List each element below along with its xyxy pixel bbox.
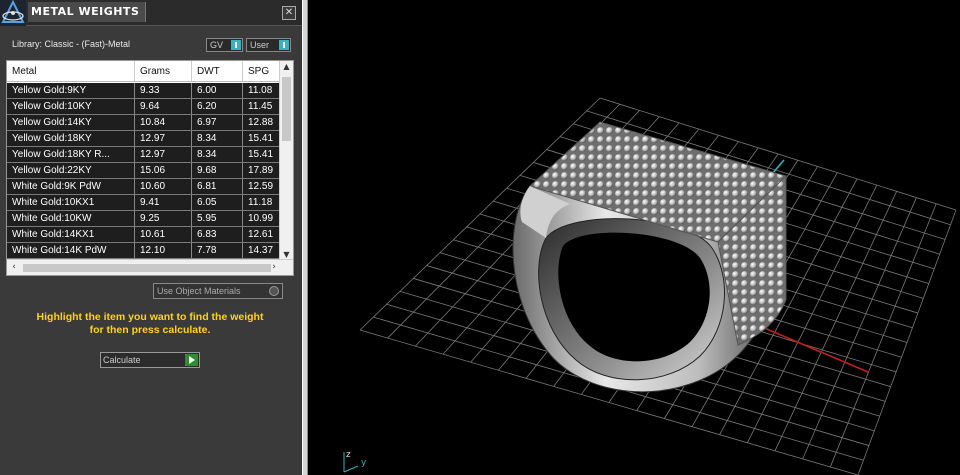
metal-cell: Yellow Gold:22KY — [7, 163, 135, 178]
table-row[interactable]: Yellow Gold:14KY 10.84 6.97 12.88 — [7, 115, 281, 131]
table-row[interactable]: White Gold:10KW 9.25 5.95 10.99 — [7, 211, 281, 227]
dwt-cell: 8.34 — [192, 131, 243, 146]
use-object-materials-option[interactable]: Use Object Materials — [153, 283, 283, 299]
toggle-knob-icon — [279, 40, 289, 50]
instruction-line-1: Highlight the item you want to find the … — [36, 311, 264, 323]
metal-cell: White Gold:10KX1 — [7, 195, 135, 210]
spg-cell: 15.41 — [248, 149, 274, 160]
scroll-up-icon[interactable]: ▲ — [280, 61, 293, 73]
dwt-cell: 6.20 — [192, 99, 243, 114]
spg-cell: 14.37 — [248, 245, 274, 256]
radio-icon[interactable] — [269, 286, 279, 296]
metal-cell: Yellow Gold:18KY — [7, 131, 135, 146]
grams-cell: 9.25 — [135, 211, 192, 226]
table-row[interactable]: White Gold:9K PdW 10.60 6.81 12.59 — [7, 179, 281, 195]
spg-cell: 10.99 — [248, 213, 274, 224]
panel-title: METAL WEIGHTS — [28, 2, 146, 22]
scroll-right-icon[interactable]: › — [267, 260, 281, 275]
grams-cell: 9.64 — [135, 99, 192, 114]
use-object-materials-label: Use Object Materials — [157, 286, 241, 296]
play-arrow-icon[interactable] — [185, 354, 198, 366]
spg-cell: 12.61 — [248, 229, 274, 240]
calculate-label: Calculate — [103, 355, 141, 365]
dwt-cell: 6.97 — [192, 115, 243, 130]
metal-cell: White Gold:14KX1 — [7, 227, 135, 242]
axis-z-label: z — [346, 450, 351, 460]
table-row[interactable]: Yellow Gold:18KY 12.97 8.34 15.41 — [7, 131, 281, 147]
metal-cell: Yellow Gold:14KY — [7, 115, 135, 130]
grams-cell: 10.84 — [135, 115, 192, 130]
table-body: Yellow Gold:9KY 9.33 6.00 11.08 Yellow Gold:… — [7, 83, 281, 259]
metal-weights-panel: METAL WEIGHTS ✕ Library: Classic - (Fast… — [0, 0, 302, 475]
ring-model[interactable] — [512, 121, 787, 393]
dwt-cell: 6.00 — [192, 83, 243, 98]
horizontal-scroll-thumb[interactable] — [23, 264, 271, 272]
close-icon[interactable]: ✕ — [282, 6, 296, 20]
grid-line — [829, 203, 937, 468]
user-toggle-label: User — [250, 40, 270, 50]
spg-cell: 11.08 — [248, 85, 273, 96]
metal-cell: Yellow Gold:18KY R... — [7, 147, 135, 162]
metal-cell: White Gold:9K PdW — [7, 179, 135, 194]
table-row[interactable]: White Gold:14K PdW 12.10 7.78 14.37 — [7, 243, 281, 259]
grid-line — [774, 191, 898, 452]
vertical-scrollbar[interactable]: ▲ ▼ — [279, 61, 293, 261]
spg-cell: 15.41 — [248, 133, 274, 144]
grams-cell: 10.61 — [135, 227, 192, 242]
dwt-cell: 6.83 — [192, 227, 243, 242]
scroll-left-icon[interactable]: ‹ — [7, 260, 21, 275]
gv-toggle[interactable]: GV — [206, 38, 243, 52]
axis-gizmo: z y — [343, 450, 367, 473]
table-row[interactable]: Yellow Gold:18KY R... 12.97 8.34 15.41 — [7, 147, 281, 163]
grams-cell: 10.60 — [135, 179, 192, 194]
horizontal-scrollbar[interactable]: ‹ › — [7, 259, 293, 275]
3d-viewport[interactable]: z y — [308, 0, 960, 475]
dwt-cell: 6.05 — [192, 195, 243, 210]
column-header-grams[interactable]: Grams — [135, 61, 192, 82]
metal-cell: White Gold:14K PdW — [7, 243, 135, 258]
metal-cell: White Gold:10KW — [7, 211, 135, 226]
spg-cell: 17.89 — [248, 165, 274, 176]
spg-cell: 11.45 — [248, 101, 273, 112]
dwt-cell: 9.68 — [192, 163, 243, 178]
spg-cell: 12.59 — [248, 181, 274, 192]
grams-cell: 15.06 — [135, 163, 192, 178]
instruction-text: Highlight the item you want to find the … — [10, 311, 290, 337]
table-row[interactable]: White Gold:10KX1 9.41 6.05 11.18 — [7, 195, 281, 211]
metal-cell: Yellow Gold:10KY — [7, 99, 135, 114]
axis-y-label: y — [361, 458, 367, 468]
table-row[interactable]: Yellow Gold:9KY 9.33 6.00 11.08 — [7, 83, 281, 99]
grams-cell: 9.41 — [135, 195, 192, 210]
column-header-dwt[interactable]: DWT — [192, 61, 243, 82]
instruction-line-2: for then press calculate. — [89, 324, 211, 336]
user-toggle[interactable]: User — [246, 38, 291, 52]
spg-cell: 12.88 — [248, 117, 274, 128]
table-row[interactable]: Yellow Gold:22KY 15.06 9.68 17.89 — [7, 163, 281, 179]
grams-cell: 12.97 — [135, 147, 192, 162]
table-row[interactable]: Yellow Gold:10KY 9.64 6.20 11.45 — [7, 99, 281, 115]
viewport-scene: z y — [343, 97, 957, 475]
grams-cell: 9.33 — [135, 83, 192, 98]
toggle-knob-icon — [231, 40, 241, 50]
metal-table: Metal Grams DWT SPG Yellow Gold:9KY 9.33 6… — [6, 60, 294, 276]
column-header-spg[interactable]: SPG — [243, 61, 281, 82]
metal-cell: Yellow Gold:9KY — [7, 83, 135, 98]
grams-cell: 12.97 — [135, 131, 192, 146]
dwt-cell: 8.34 — [192, 147, 243, 162]
vertical-scroll-thumb[interactable] — [282, 77, 291, 141]
dwt-cell: 6.81 — [192, 179, 243, 194]
dwt-cell: 7.78 — [192, 243, 243, 258]
calculate-button[interactable]: Calculate — [100, 352, 200, 368]
table-row[interactable]: White Gold:14KX1 10.61 6.83 12.61 — [7, 227, 281, 243]
gv-toggle-label: GV — [210, 40, 224, 50]
panel-titlebar: METAL WEIGHTS ✕ — [0, 0, 302, 26]
table-header: Metal Grams DWT SPG — [7, 61, 281, 82]
column-header-metal[interactable]: Metal — [7, 61, 135, 82]
spg-cell: 11.18 — [248, 197, 273, 208]
library-label: Library: Classic - (Fast)-Metal — [12, 39, 131, 49]
grid-line — [802, 197, 917, 460]
app-logo-icon — [0, 0, 26, 26]
grams-cell: 12.10 — [135, 243, 192, 258]
dwt-cell: 5.95 — [192, 211, 243, 226]
